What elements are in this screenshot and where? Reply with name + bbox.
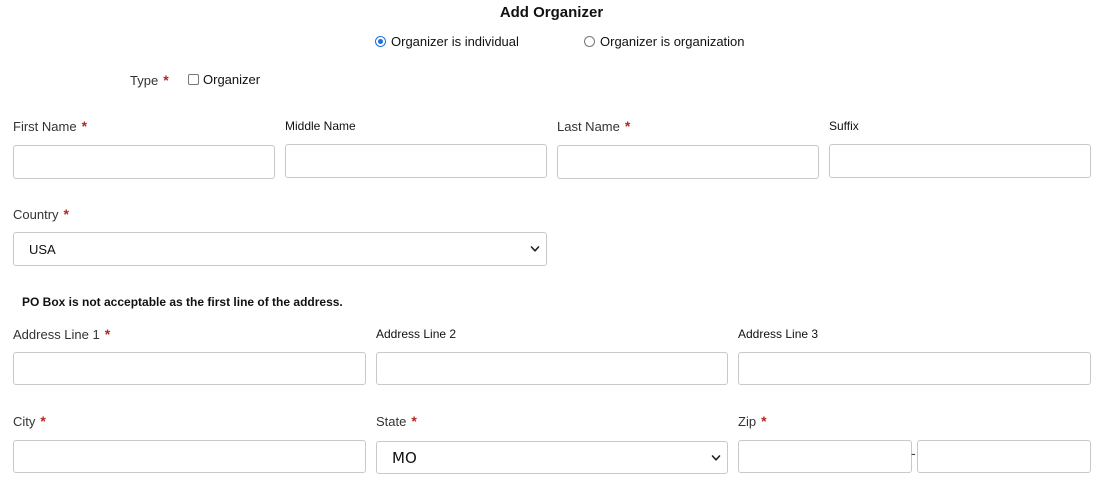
country-label: Country [13, 207, 59, 222]
chevron-down-icon [711, 455, 721, 461]
zip-input[interactable] [738, 440, 912, 473]
address-note: PO Box is not acceptable as the first li… [22, 295, 343, 309]
last-name-input[interactable] [557, 145, 819, 179]
address-line3-label: Address Line 3 [738, 327, 819, 341]
first-name-input[interactable] [13, 145, 275, 179]
suffix-input[interactable] [829, 144, 1091, 178]
state-select[interactable]: MO [376, 441, 728, 474]
required-marker: * [104, 326, 111, 342]
address-line2-input[interactable] [376, 352, 728, 385]
country-label-row: Country * [13, 206, 69, 222]
type-label-row: Type * [130, 72, 169, 88]
zip-label-row: Zip * [738, 413, 767, 429]
state-label: State [376, 414, 407, 429]
country-select[interactable]: USA [13, 232, 547, 266]
suffix-label: Suffix [829, 119, 859, 133]
zip-separator: - [911, 445, 916, 461]
form-title: Add Organizer [499, 4, 604, 21]
address-line2-label: Address Line 2 [376, 327, 457, 341]
zip-label: Zip [738, 414, 757, 429]
first-name-label-row: First Name * [13, 118, 87, 134]
type-label: Type [130, 72, 159, 88]
organizer-checkbox[interactable] [188, 74, 199, 85]
city-label: City [13, 414, 36, 429]
address-line1-label: Address Line 1 [13, 327, 100, 342]
city-label-row: City * [13, 413, 46, 429]
required-marker: * [761, 413, 767, 429]
required-marker: * [40, 413, 46, 429]
last-name-label: Last Name [557, 119, 620, 134]
state-label-row: State * [376, 413, 417, 429]
state-selected-value: MO [392, 448, 417, 467]
city-input[interactable] [13, 440, 366, 473]
radio-organizer-organization[interactable]: Organizer is organization [584, 34, 745, 49]
radio-indicator-checked[interactable] [375, 36, 386, 47]
radio-indicator-unchecked[interactable] [584, 36, 595, 47]
required-marker: * [163, 72, 169, 88]
chevron-down-icon [530, 246, 540, 252]
address-line1-label-row: Address Line 1 * [13, 326, 110, 342]
radio-label-organization: Organizer is organization [600, 34, 745, 49]
country-selected-value: USA [29, 241, 56, 257]
address-line1-input[interactable] [13, 352, 366, 385]
last-name-label-row: Last Name * [557, 118, 630, 134]
add-organizer-form: Add Organizer Organizer is individual Or… [0, 0, 1103, 503]
required-marker: * [624, 118, 631, 134]
radio-label-individual: Organizer is individual [391, 34, 519, 49]
middle-name-label: Middle Name [285, 119, 356, 133]
required-marker: * [411, 413, 417, 429]
zip-extension-input[interactable] [917, 440, 1091, 473]
address-line3-input[interactable] [738, 352, 1091, 385]
required-marker: * [63, 206, 69, 222]
first-name-label: First Name [13, 119, 77, 134]
middle-name-input[interactable] [285, 144, 547, 178]
required-marker: * [81, 118, 88, 134]
organizer-checkbox-label: Organizer [203, 72, 261, 87]
radio-organizer-individual[interactable]: Organizer is individual [375, 34, 519, 49]
type-organizer-checkbox-group[interactable]: Organizer [188, 72, 260, 87]
